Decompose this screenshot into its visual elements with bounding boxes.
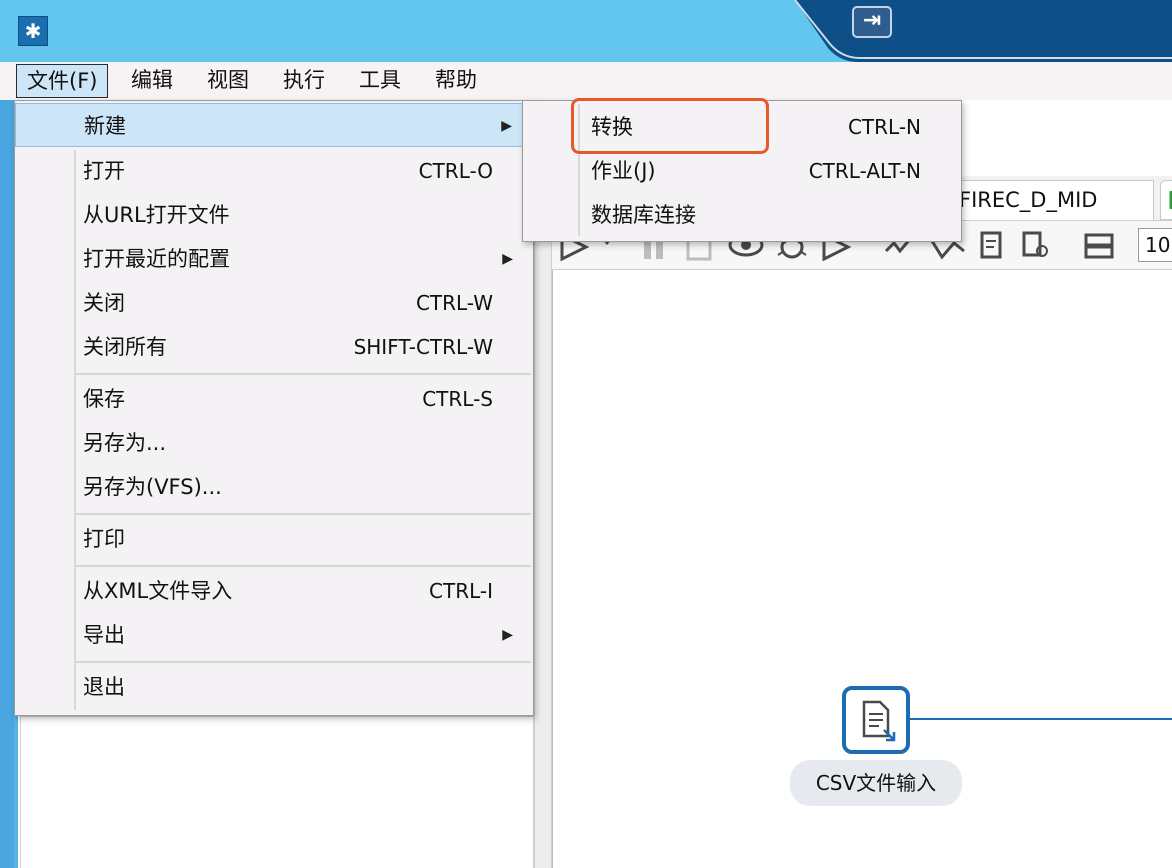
menu-separator xyxy=(75,565,531,567)
highlight-annotation xyxy=(571,98,769,154)
menu-item-label: 关闭 xyxy=(83,291,125,315)
menu-item-close-all[interactable]: 关闭所有 SHIFT-CTRL-W xyxy=(15,325,533,369)
show-results-icon[interactable] xyxy=(1082,227,1116,261)
menu-item-shortcut: CTRL-S xyxy=(422,387,493,411)
zoom-field[interactable]: 10 xyxy=(1138,228,1172,262)
window-left-edge xyxy=(0,100,14,868)
tab-next[interactable] xyxy=(1160,180,1172,220)
menu-item-shortcut: SHIFT-CTRL-W xyxy=(353,335,493,359)
hop-line[interactable] xyxy=(910,718,1172,720)
menu-edit[interactable]: 编辑 xyxy=(131,62,173,98)
submenu-arrow-icon: ▶ xyxy=(501,118,512,134)
submenu-item-shortcut: CTRL-N xyxy=(847,115,921,139)
submenu-arrow-icon: ▶ xyxy=(502,627,513,643)
app-logo-icon: ✱ xyxy=(18,16,48,46)
menu-item-label: 从XML文件导入 xyxy=(83,579,233,603)
menu-help[interactable]: 帮助 xyxy=(435,62,477,98)
explorer-tree[interactable] xyxy=(20,716,534,868)
submenu-arrow-icon: ▶ xyxy=(502,251,513,267)
menu-file[interactable]: 文件(F) xyxy=(16,64,109,98)
menu-item-shortcut: CTRL-W xyxy=(415,291,493,315)
menu-item-shortcut: CTRL-I xyxy=(429,579,493,603)
submenu-item-label: 数据库连接 xyxy=(591,203,696,227)
menu-separator xyxy=(75,661,531,663)
pin-icon[interactable]: ⇥ xyxy=(852,6,892,38)
menu-view[interactable]: 视图 xyxy=(207,62,249,98)
file-menu-dropdown: 新建 ▶ 打开 CTRL-O 从URL打开文件 打开最近的配置 ▶ 关闭 CTR… xyxy=(14,100,534,716)
menu-item-label: 从URL打开文件 xyxy=(83,203,230,227)
menu-item-open-url[interactable]: 从URL打开文件 xyxy=(15,193,533,237)
menu-item-label: 退出 xyxy=(83,675,125,699)
csv-input-step-label[interactable]: CSV文件输入 xyxy=(790,760,962,806)
menu-item-label: 导出 xyxy=(83,623,125,647)
menu-item-label: 新建 xyxy=(84,114,126,138)
menu-item-label: 另存为... xyxy=(83,431,167,455)
menu-item-shortcut: CTRL-O xyxy=(418,159,493,183)
menu-item-open[interactable]: 打开 CTRL-O xyxy=(15,149,533,193)
menu-item-close[interactable]: 关闭 CTRL-W xyxy=(15,281,533,325)
menu-gutter xyxy=(74,150,76,710)
menu-item-save-as-vfs[interactable]: 另存为(VFS)... xyxy=(15,465,533,509)
menu-item-save[interactable]: 保存 CTRL-S xyxy=(15,377,533,421)
tab-transformation[interactable]: FIREC_D_MID xyxy=(940,180,1154,220)
menu-item-label: 另存为(VFS)... xyxy=(83,475,222,499)
menu-item-exit[interactable]: 退出 xyxy=(15,665,533,709)
menu-item-label: 保存 xyxy=(83,387,125,411)
submenu-item-job[interactable]: 作业(J) CTRL-ALT-N xyxy=(523,149,961,193)
menu-run[interactable]: 执行 xyxy=(283,62,325,98)
submenu-item-db-connection[interactable]: 数据库连接 xyxy=(523,193,961,237)
transformation-tab-icon xyxy=(1169,191,1172,209)
menu-item-export[interactable]: 导出 ▶ xyxy=(15,613,533,657)
menu-item-save-as[interactable]: 另存为... xyxy=(15,421,533,465)
menu-item-print[interactable]: 打印 xyxy=(15,517,533,561)
sql-script-icon[interactable] xyxy=(974,227,1008,261)
menu-separator xyxy=(75,513,531,515)
menu-separator xyxy=(75,373,531,375)
menu-item-recent[interactable]: 打开最近的配置 ▶ xyxy=(15,237,533,281)
menu-item-import-xml[interactable]: 从XML文件导入 CTRL-I xyxy=(15,569,533,613)
explore-db-icon[interactable] xyxy=(1018,227,1052,261)
menu-tools[interactable]: 工具 xyxy=(359,62,401,98)
menu-item-label: 打印 xyxy=(83,527,125,551)
csv-input-step[interactable] xyxy=(842,686,910,754)
menu-item-label: 关闭所有 xyxy=(83,335,167,359)
menu-item-label: 打开 xyxy=(83,159,125,183)
csv-file-icon xyxy=(862,700,896,742)
menu-item-new[interactable]: 新建 ▶ xyxy=(15,103,533,147)
menu-item-label: 打开最近的配置 xyxy=(83,247,230,271)
menu-bar: 文件(F) 编辑 视图 执行 工具 帮助 xyxy=(0,62,1172,100)
submenu-item-label: 作业(J) xyxy=(591,159,656,183)
submenu-item-shortcut: CTRL-ALT-N xyxy=(808,159,921,183)
title-bar-band xyxy=(794,0,1172,62)
